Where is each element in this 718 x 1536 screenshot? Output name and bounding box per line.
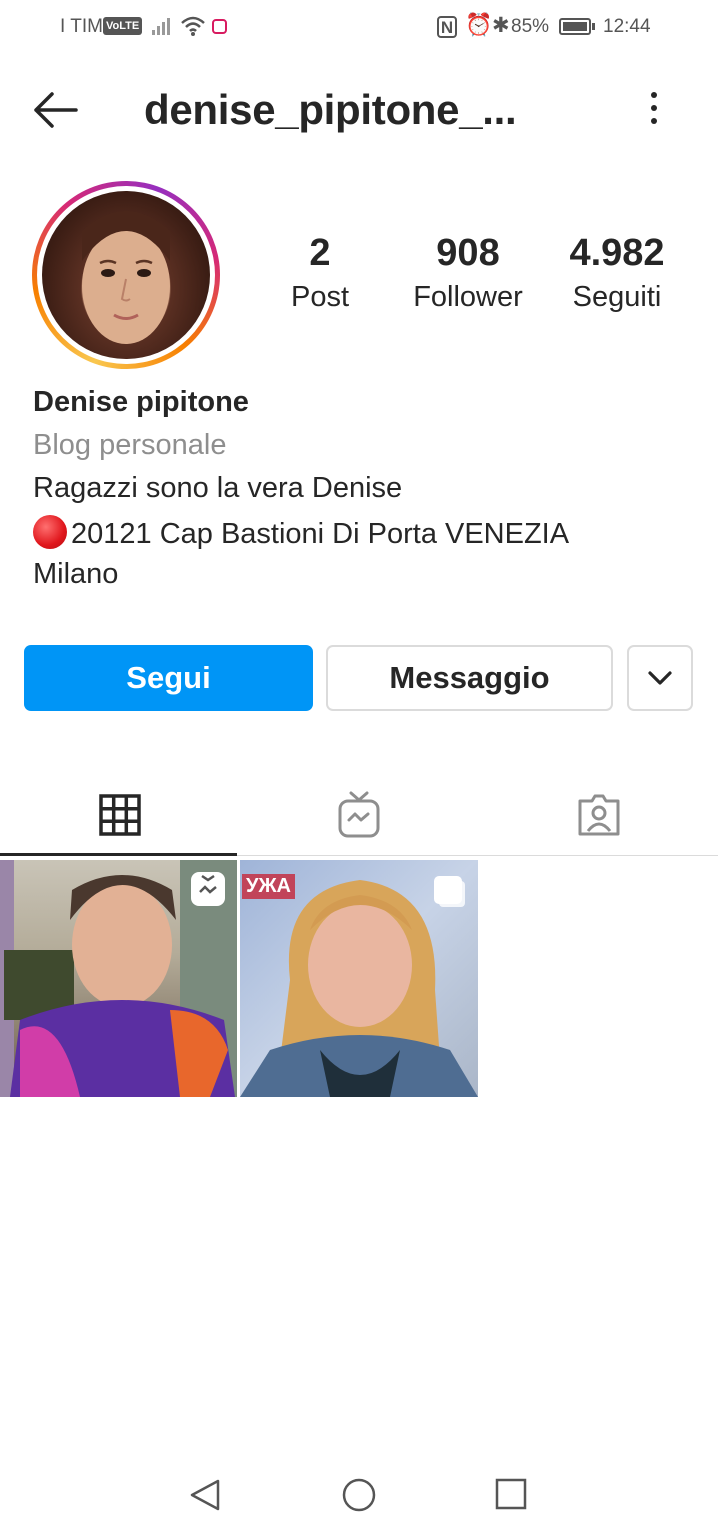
kebab-dot [651, 105, 657, 111]
back-button[interactable] [30, 88, 80, 132]
battery-tip [592, 23, 595, 30]
bio-address: 20121 Cap Bastioni Di Porta VENEZIA [71, 518, 570, 550]
profile-username: denise_pipitone_... [144, 86, 517, 133]
profile-full-name: Denise pipitone [33, 386, 249, 418]
clock: 12:44 [603, 16, 651, 37]
nav-home-icon[interactable] [341, 1478, 377, 1514]
grid-icon [98, 794, 141, 836]
nfc-icon: N [437, 16, 457, 38]
tab-tagged[interactable] [479, 775, 718, 855]
bluetooth-icon: ✱ [492, 14, 510, 37]
posts-value: 2 [309, 232, 331, 274]
suggested-accounts-button[interactable] [627, 645, 693, 711]
bio-line-1: Ragazzi sono la vera Denise [33, 472, 403, 504]
followers-count[interactable]: 908 Follower [393, 232, 543, 314]
profile-category: Blog personale [33, 429, 227, 461]
kebab-dot [651, 92, 657, 98]
following-value: 4.982 [569, 232, 665, 274]
followers-label: Follower [413, 281, 523, 313]
carrier-name: I TIM [60, 16, 103, 37]
back-arrow-icon [34, 92, 78, 128]
battery-percentage: 85% [511, 16, 550, 37]
avatar[interactable] [42, 191, 210, 359]
following-label: Seguiti [572, 281, 662, 313]
nav-back-icon[interactable] [188, 1478, 222, 1512]
alarm-icon: ⏰ [465, 12, 493, 37]
tab-posts-grid[interactable] [0, 775, 239, 855]
tagged-icon [578, 794, 619, 836]
posts-label: Post [290, 281, 350, 313]
active-tab-indicator [0, 853, 237, 856]
nav-recents-icon[interactable] [495, 1478, 527, 1510]
chevron-down-icon [648, 671, 672, 685]
app-notification-icon [212, 19, 227, 34]
post-2-overlay-text: УЖА [242, 874, 295, 899]
following-count[interactable]: 4.982 Seguiti [542, 232, 692, 314]
post-thumbnail-1[interactable] [0, 860, 237, 1097]
follow-button[interactable]: Segui [24, 645, 313, 711]
signal-icon [152, 18, 170, 35]
status-bar: I TIM VoLTE N ⏰ ✱ 85% 12:44 [0, 0, 718, 56]
post-thumbnail-2[interactable]: УЖА [240, 860, 478, 1097]
igtv-icon [338, 791, 379, 838]
message-button[interactable]: Messaggio [326, 645, 613, 711]
tab-igtv[interactable] [239, 775, 478, 855]
kebab-dot [651, 118, 657, 124]
bio-line-2: 20121 Cap Bastioni Di Porta VENEZIA [33, 515, 569, 551]
battery-icon [559, 18, 591, 35]
igtv-badge-icon [191, 872, 225, 906]
posts-count[interactable]: 2 Post [245, 232, 395, 314]
bio-line-3: Milano [33, 558, 119, 590]
more-options-button[interactable] [640, 92, 668, 128]
volte-badge: VoLTE [103, 17, 143, 35]
wifi-icon [181, 16, 205, 36]
multiple-photos-icon [434, 876, 462, 904]
avatar-face [82, 211, 170, 344]
followers-value: 908 [436, 232, 500, 274]
red-circle-emoji-icon [33, 515, 67, 549]
